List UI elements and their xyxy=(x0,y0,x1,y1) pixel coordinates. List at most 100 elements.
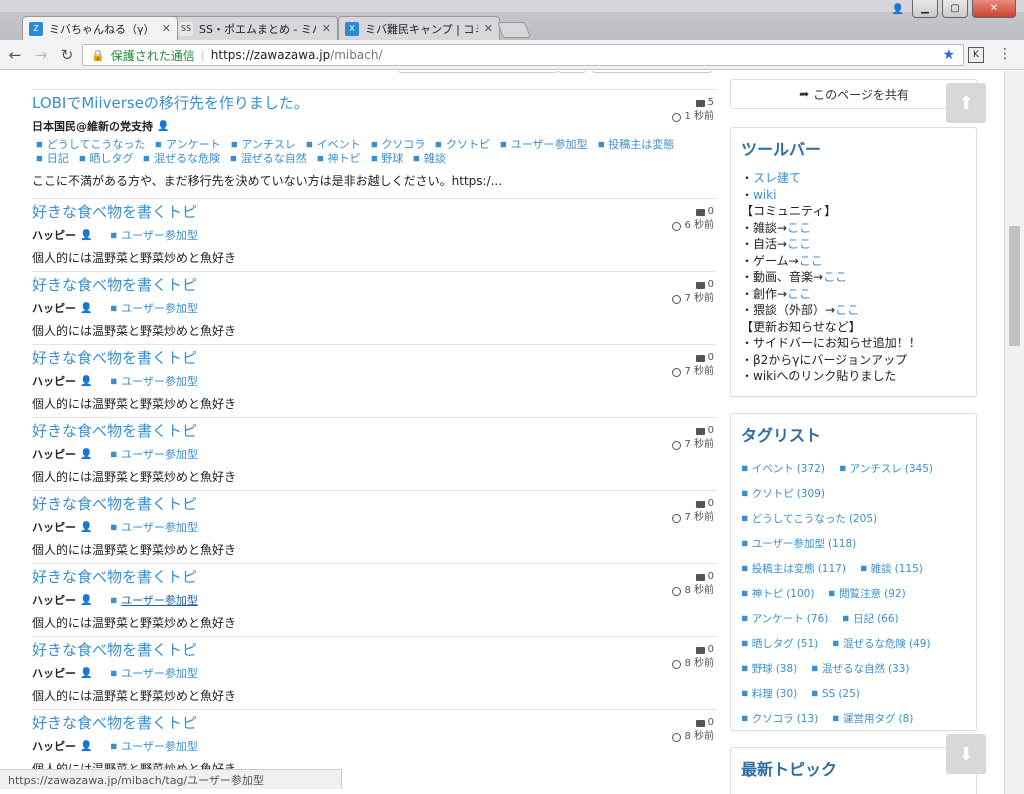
tag-link[interactable]: ◆ クソコラ xyxy=(367,138,425,152)
topic-title-link[interactable]: 好きな食べ物を書くトピ xyxy=(32,420,716,442)
author-name[interactable]: ハッピー xyxy=(32,738,76,754)
close-window-button[interactable]: ✕ xyxy=(972,0,1016,18)
taglist-item[interactable]: ◆ イベント (372) xyxy=(738,461,825,476)
topic-author[interactable]: ハッピー 👤 xyxy=(32,665,92,681)
maximize-button[interactable]: ▢ xyxy=(942,0,968,18)
topic-author[interactable]: ハッピー 👤 xyxy=(32,373,92,389)
tag-link[interactable]: ◆ ユーザー参加型 xyxy=(108,665,198,681)
taglist-item[interactable]: ◆ 混ぜるな危険 (49) xyxy=(830,636,931,651)
tag-link[interactable]: ◆ どうしてこうなった xyxy=(33,138,145,152)
topic-author[interactable]: ハッピー 👤 xyxy=(32,446,92,462)
tag-link[interactable]: ◆ 投稿主は変態 xyxy=(594,138,674,152)
tag-link[interactable]: ◆ 晒しタグ xyxy=(76,152,134,166)
back-icon[interactable]: ← xyxy=(4,46,26,64)
tag-link[interactable]: ◆ 野球 xyxy=(367,152,403,166)
tag-link[interactable]: ◆ ユーザー参加型 xyxy=(108,519,198,535)
browser-tab[interactable]: SS SS・ポエムまとめ - ミバ ✕ xyxy=(172,16,338,40)
tag-link[interactable]: ◆ クソトピ xyxy=(432,138,490,152)
tag-link[interactable]: ◆ アンケート xyxy=(152,138,220,152)
topic-author[interactable]: ハッピー 👤 xyxy=(32,738,92,754)
taglist-item[interactable]: ◆ アンケート (76) xyxy=(738,611,828,626)
topic-author[interactable]: ハッピー 👤 xyxy=(32,519,92,535)
taglist-item[interactable]: ◆ 運営用タグ (8) xyxy=(830,711,914,726)
tag-link[interactable]: ◆ ユーザー参加型 xyxy=(108,227,198,243)
tag-link[interactable]: ◆ ユーザー参加型 xyxy=(108,738,198,754)
author-name[interactable]: ハッピー xyxy=(32,446,76,462)
tab-close-icon[interactable]: ✕ xyxy=(484,22,493,35)
menu-icon[interactable]: ⋮ xyxy=(998,46,1012,62)
taglist-item[interactable]: ◆ 野球 (38) xyxy=(738,661,797,676)
topic-title-link[interactable]: 好きな食べ物を書くトピ xyxy=(32,639,716,661)
topic-title-link[interactable]: 好きな食べ物を書くトピ xyxy=(32,274,716,296)
toolbar-link[interactable]: wiki xyxy=(753,188,776,202)
tag-link[interactable]: ◆ 雑談 xyxy=(410,152,446,166)
toolbar-link[interactable]: ここ xyxy=(787,287,811,301)
toolbar-link[interactable]: ここ xyxy=(823,270,847,284)
toolbar-link[interactable]: ここ xyxy=(799,254,823,268)
tag-link[interactable]: ◆ ユーザー参加型 xyxy=(108,373,198,389)
author-name[interactable]: 日本国民@維新の党支持 xyxy=(32,118,153,134)
page-scrollbar[interactable] xyxy=(1004,71,1024,794)
topic-title-link[interactable]: 好きな食べ物を書くトピ xyxy=(32,566,716,588)
tag-link[interactable]: ◆ ユーザー参加型 xyxy=(108,592,198,608)
taglist-item[interactable]: ◆ クソコラ (13) xyxy=(738,711,818,726)
taglist-item[interactable]: ◆ 混ぜるな自然 (33) xyxy=(809,661,910,676)
toolbar-link[interactable]: ここ xyxy=(787,237,811,251)
toolbar-link[interactable]: スレ建て xyxy=(753,171,801,185)
tag-link[interactable]: ◆ 日記 xyxy=(33,152,69,166)
taglist-item[interactable]: ◆ 雑談 (115) xyxy=(857,561,923,576)
tag-link[interactable]: ◆ 混ぜるな危険 xyxy=(140,152,220,166)
taglist-item[interactable]: ◆ クソトピ (309) xyxy=(738,486,825,501)
tab-close-icon[interactable]: ✕ xyxy=(322,22,331,35)
extension-icon[interactable]: K xyxy=(968,47,984,63)
taglist-item[interactable]: ◆ 料理 (30) xyxy=(738,686,797,701)
taglist-item[interactable]: ◆ 晒しタグ (51) xyxy=(738,636,818,651)
topic-title-link[interactable]: 好きな食べ物を書くトピ xyxy=(32,493,716,515)
toolbar-link[interactable]: ここ xyxy=(787,221,811,235)
share-button[interactable]: ➦ このページを共有 xyxy=(730,79,978,109)
tag-link[interactable]: ◆ イベント xyxy=(303,138,361,152)
taglist-item[interactable]: ◆ 閲覧注意 (92) xyxy=(826,586,906,601)
topic-author[interactable]: ハッピー 👤 xyxy=(32,592,92,608)
tag-link[interactable]: ◆ ユーザー参加型 xyxy=(108,300,198,316)
toolbar-link[interactable]: ここ xyxy=(835,303,859,317)
taglist-item[interactable]: ◆ 神トピ (100) xyxy=(738,586,814,601)
topic-author[interactable]: ハッピー 👤 xyxy=(32,227,92,243)
topic-title-link[interactable]: 好きな食べ物を書くトピ xyxy=(32,347,716,369)
taglist-item[interactable]: ◆ 日記 (66) xyxy=(840,611,899,626)
author-name[interactable]: ハッピー xyxy=(32,373,76,389)
browser-tab[interactable]: Z ミバちゃんねる（γ） - ミ ✕ xyxy=(22,16,178,40)
taglist-item[interactable]: ◆ ユーザー参加型 (118) xyxy=(738,536,856,551)
tag-link[interactable]: ◆ 神トピ xyxy=(314,152,361,166)
topic-title-link[interactable]: LOBIでMiiverseの移行先を作りました。 xyxy=(32,92,716,114)
bookmark-star-icon[interactable]: ★ xyxy=(942,47,955,63)
topic-title-link[interactable]: 好きな食べ物を書くトピ xyxy=(32,201,716,223)
author-name[interactable]: ハッピー xyxy=(32,592,76,608)
browser-tab[interactable]: X ミバ難民キャンプ | コミ ✕ xyxy=(338,16,500,40)
taglist-item[interactable]: ◆ 投稿主は変態 (117) xyxy=(738,561,846,576)
author-name[interactable]: ハッピー xyxy=(32,300,76,316)
address-bar[interactable]: 🔒 保護された通信 | https://zawazawa.jp/mibach/ … xyxy=(82,44,964,66)
author-name[interactable]: ハッピー xyxy=(32,227,76,243)
author-name[interactable]: ハッピー xyxy=(32,665,76,681)
scroll-top-button[interactable]: ⬆ xyxy=(946,83,986,123)
user-icon[interactable]: 👤 xyxy=(888,0,908,18)
taglist-item[interactable]: ◆ SS (25) xyxy=(809,687,860,700)
tag-link[interactable]: ◆ アンチスレ xyxy=(228,138,296,152)
taglist-item[interactable]: ◆ どうしてこうなった (205) xyxy=(738,511,877,526)
author-name[interactable]: ハッピー xyxy=(32,519,76,535)
topic-author[interactable]: ハッピー 👤 xyxy=(32,300,92,316)
taglist-item[interactable]: ◆ アンチスレ (345) xyxy=(836,461,933,476)
reload-icon[interactable]: ↻ xyxy=(56,46,78,64)
minimize-button[interactable]: ▁ xyxy=(912,0,938,18)
scrollbar-thumb[interactable] xyxy=(1009,226,1020,346)
new-tab-button[interactable] xyxy=(497,22,531,38)
tag-link[interactable]: ◆ 混ぜるな自然 xyxy=(227,152,307,166)
tab-close-icon[interactable]: ✕ xyxy=(162,22,171,35)
topic-title-link[interactable]: 好きな食べ物を書くトピ xyxy=(32,712,716,734)
tag-link[interactable]: ◆ ユーザー参加型 xyxy=(497,138,588,152)
topic-author[interactable]: 日本国民@維新の党支持 👤 xyxy=(32,118,716,134)
tag-link[interactable]: ◆ ユーザー参加型 xyxy=(108,446,198,462)
forward-icon[interactable]: → xyxy=(30,46,52,64)
scroll-bottom-button[interactable]: ⬇ xyxy=(946,734,986,774)
